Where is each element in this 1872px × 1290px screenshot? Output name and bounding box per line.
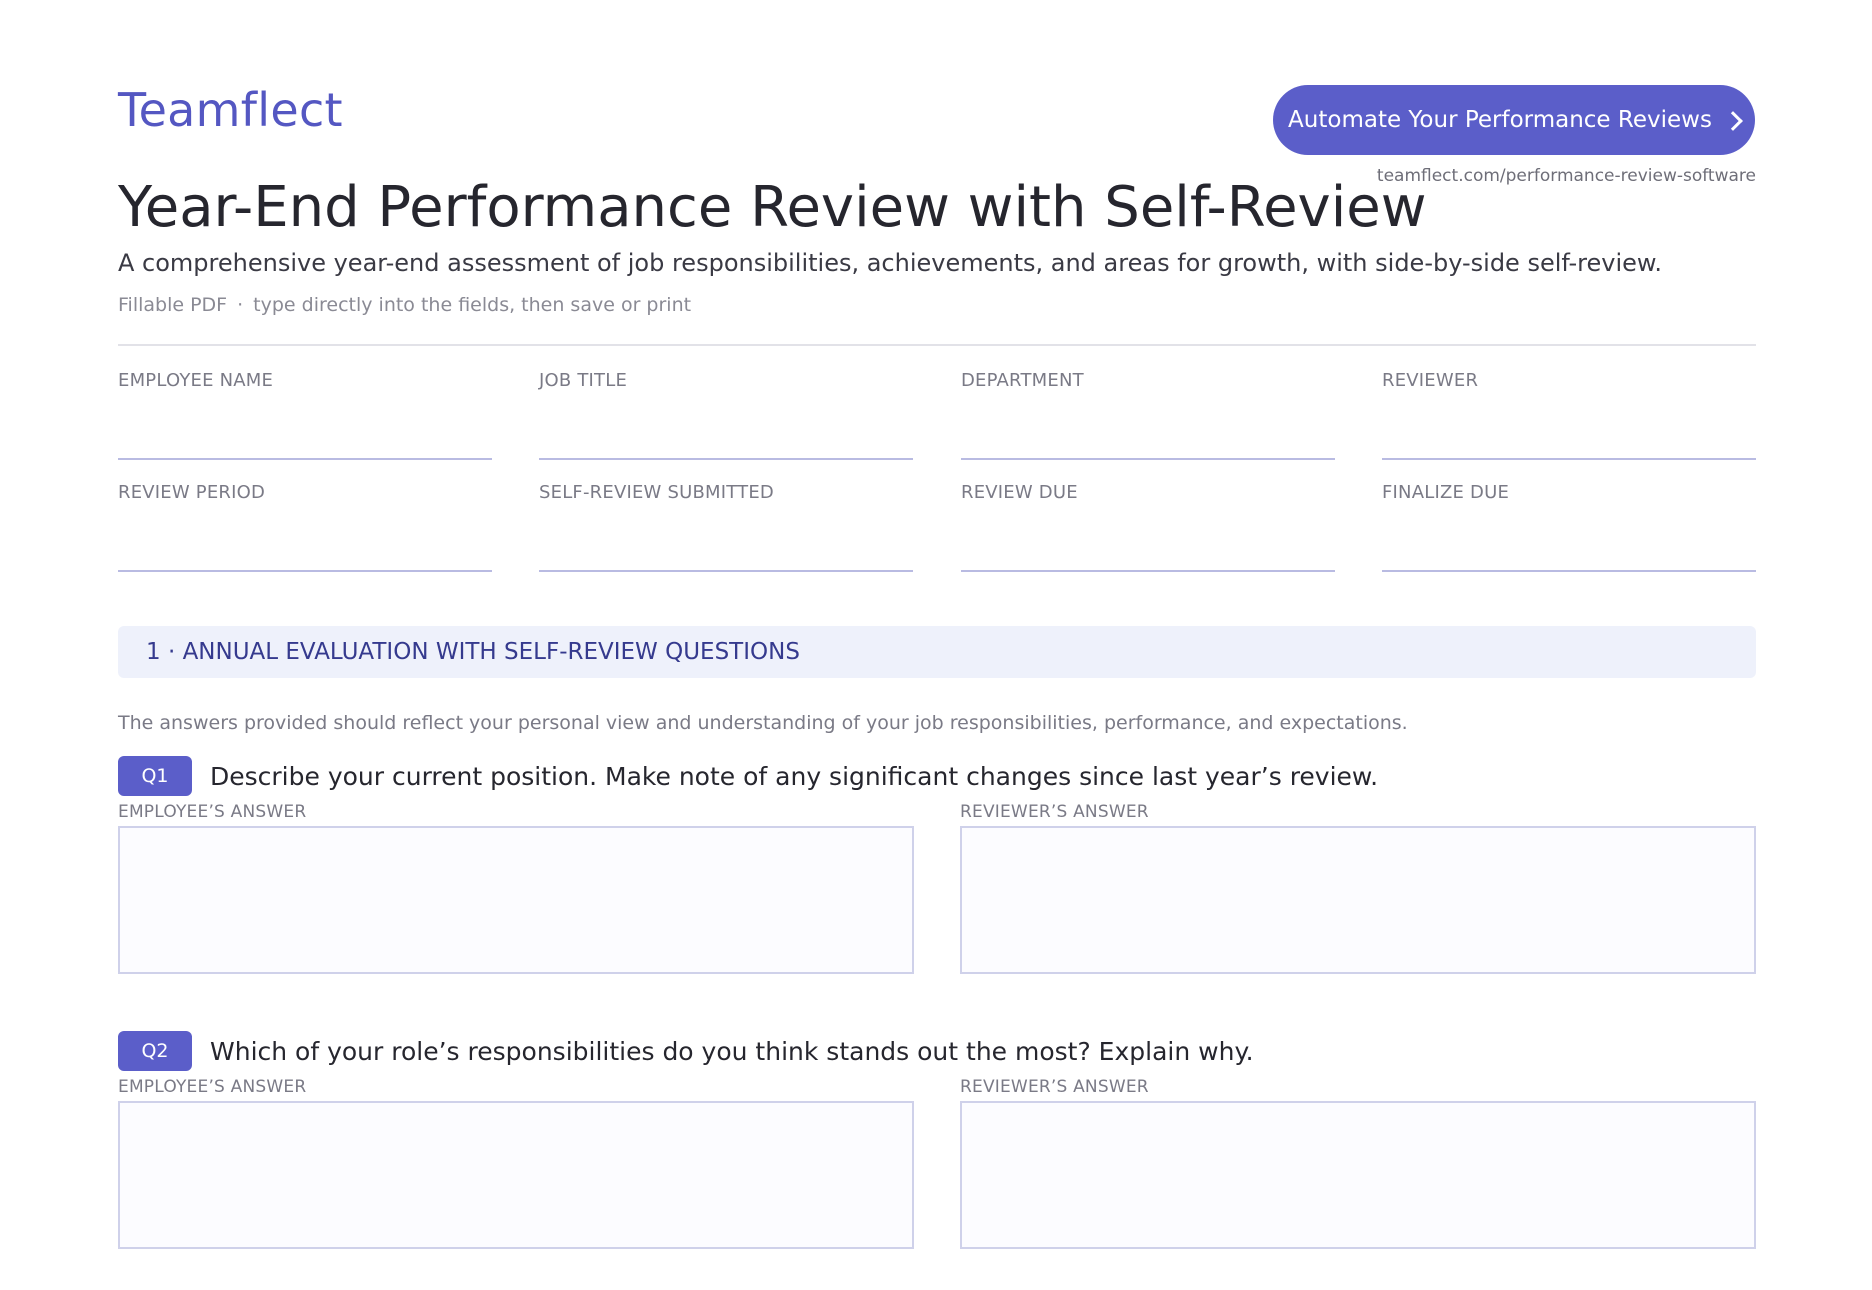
header-divider bbox=[118, 344, 1756, 346]
review-due-label: REVIEW DUE bbox=[961, 482, 1078, 503]
reviewer-answer-label: REVIEWER’S ANSWER bbox=[960, 1077, 1149, 1097]
job-title-field[interactable]: JOB TITLE bbox=[539, 370, 913, 460]
teamflect-logo[interactable]: Teamflect bbox=[118, 80, 343, 140]
reviewer-answer-box[interactable] bbox=[960, 826, 1756, 974]
question-badge: Q1 bbox=[118, 756, 192, 796]
review-period-field[interactable]: REVIEW PERIOD bbox=[118, 482, 492, 572]
fillable-hint: Fillable PDF · type directly into the fiel… bbox=[118, 294, 691, 316]
self-review-submitted-label: SELF-REVIEW SUBMITTED bbox=[539, 482, 774, 503]
cta-url-link[interactable]: teamflect.com/performance-review-softwar… bbox=[1377, 166, 1756, 186]
reviewer-answer-label: REVIEWER’S ANSWER bbox=[960, 802, 1149, 822]
review-period-label: REVIEW PERIOD bbox=[118, 482, 266, 503]
review-form-page: Teamflect Automate Your Performance Revi… bbox=[118, 0, 1756, 1290]
employee-name-underline bbox=[118, 458, 492, 460]
question-q1-row: Q1 Describe your current position. Make … bbox=[118, 756, 1378, 796]
hint-separator: · bbox=[237, 294, 244, 316]
reviewer-answer-box[interactable] bbox=[960, 1101, 1756, 1249]
job-title-underline bbox=[539, 458, 913, 460]
page-title: Year-End Performance Review with Self-Re… bbox=[118, 175, 1427, 240]
employee-answer-label: EMPLOYEE’S ANSWER bbox=[118, 1077, 307, 1097]
hint-format: Fillable PDF bbox=[118, 294, 228, 316]
department-underline bbox=[961, 458, 1335, 460]
job-title-label: JOB TITLE bbox=[539, 370, 628, 391]
finalize-due-underline bbox=[1382, 570, 1756, 572]
finalize-due-label: FINALIZE DUE bbox=[1382, 482, 1510, 503]
review-due-field[interactable]: REVIEW DUE bbox=[961, 482, 1335, 572]
chevron-right-icon bbox=[1723, 110, 1743, 131]
self-review-submitted-underline bbox=[539, 570, 913, 572]
review-due-underline bbox=[961, 570, 1335, 572]
hint-instruction: type directly into the fields, then save… bbox=[253, 294, 692, 316]
question-q2-row: Q2 Which of your role’s responsibilities… bbox=[118, 1031, 1254, 1071]
employee-answer-box[interactable] bbox=[118, 826, 914, 974]
employee-name-field[interactable]: EMPLOYEE NAME bbox=[118, 370, 492, 460]
department-label: DEPARTMENT bbox=[961, 370, 1084, 391]
reviewer-underline bbox=[1382, 458, 1756, 460]
automate-reviews-label: Automate Your Performance Reviews bbox=[1288, 107, 1712, 133]
question-text: Describe your current position. Make not… bbox=[210, 761, 1379, 791]
automate-reviews-button[interactable]: Automate Your Performance Reviews bbox=[1273, 85, 1755, 155]
employee-name-label: EMPLOYEE NAME bbox=[118, 370, 274, 391]
finalize-due-field[interactable]: FINALIZE DUE bbox=[1382, 482, 1756, 572]
section-header: 1 · ANNUAL EVALUATION WITH SELF-REVIEW Q… bbox=[118, 626, 1756, 678]
page-subtitle: A comprehensive year-end assessment of j… bbox=[118, 249, 1662, 277]
self-review-submitted-field[interactable]: SELF-REVIEW SUBMITTED bbox=[539, 482, 913, 572]
section-intro: The answers provided should reflect your… bbox=[118, 712, 1408, 734]
review-period-underline bbox=[118, 570, 492, 572]
reviewer-label: REVIEWER bbox=[1382, 370, 1479, 391]
reviewer-field[interactable]: REVIEWER bbox=[1382, 370, 1756, 460]
department-field[interactable]: DEPARTMENT bbox=[961, 370, 1335, 460]
employee-answer-box[interactable] bbox=[118, 1101, 914, 1249]
question-text: Which of your role’s responsibilities do… bbox=[210, 1036, 1254, 1066]
employee-answer-label: EMPLOYEE’S ANSWER bbox=[118, 802, 307, 822]
question-badge: Q2 bbox=[118, 1031, 192, 1071]
